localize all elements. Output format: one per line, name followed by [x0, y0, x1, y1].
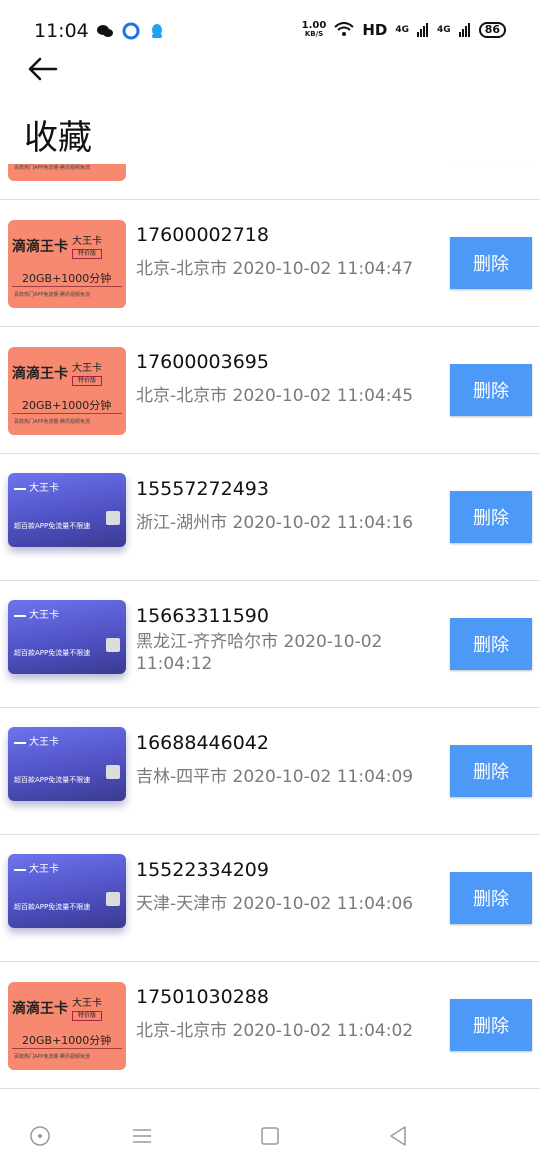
- status-indicators: 1.00 KB/S HD 4G 4G 86: [302, 21, 506, 39]
- card-divider: [12, 413, 122, 414]
- delete-button[interactable]: 删除: [450, 745, 532, 797]
- favorite-item[interactable]: 大王卡 超百款APP免流量不限速 16688446042 吉林-四平市 2020…: [0, 708, 540, 835]
- card-slogan: 超百款APP免流量不限速: [14, 649, 91, 657]
- card-slogan: 超百款APP免流量不限速: [14, 522, 91, 530]
- card-slogan: 超百款APP免流量不限速: [14, 776, 91, 784]
- signal-icon: [417, 23, 429, 37]
- hd-indicator: HD: [362, 21, 388, 39]
- favorite-item[interactable]: 大王卡 超百款APP免流量不限速 15663311590 黑龙江-齐齐哈尔市 2…: [0, 581, 540, 708]
- favorite-item[interactable]: 滴滴王卡 大王卡特价版 20GB+1000分钟 百款热门APP免流量·腾讯视频免…: [0, 962, 540, 1089]
- card-plan: 20GB+1000分钟: [22, 272, 112, 285]
- card-name: 滴滴王卡: [12, 239, 68, 255]
- status-bar: 11:04 1.00 KB/S HD 4G 4G 86: [0, 0, 540, 60]
- card-logo: 大王卡: [14, 479, 59, 494]
- favorite-item[interactable]: 大王卡 超百款APP免流量不限速 15522334209 天津-天津市 2020…: [0, 835, 540, 962]
- location-time: 北京-北京市 2020-10-02 11:04:47: [136, 259, 414, 279]
- card-plan: 20GB+1000分钟: [22, 399, 112, 412]
- card-thumbnail: 滴滴王卡 大王卡特价版 20GB+1000分钟 百款热门APP免流量·腾讯视频免…: [8, 347, 126, 435]
- crown-icon: [14, 734, 26, 744]
- delete-button[interactable]: 删除: [450, 999, 532, 1051]
- phone-number: 15557272493: [136, 478, 269, 500]
- card-logo: 大王卡: [14, 860, 59, 875]
- favorite-item[interactable]: 滴滴王卡 大王卡特价版 20GB+1000分钟 百款热门APP免流量·腾讯视频免…: [0, 164, 540, 200]
- card-fine-print: 百款热门APP免流量·腾讯视频免流: [14, 292, 91, 298]
- card-thumbnail: 大王卡 超百款APP免流量不限速: [8, 600, 126, 674]
- card-fine-print: 百款热门APP免流量·腾讯视频免流: [14, 1054, 91, 1060]
- wifi-icon: [334, 22, 355, 36]
- location-time: 北京-北京市 2020-10-02 11:04:02: [136, 1021, 414, 1041]
- sim-chip-icon: [106, 765, 120, 779]
- page-title: 收藏: [24, 118, 92, 158]
- notification-icons: [96, 22, 166, 40]
- system-nav-bar: [0, 1104, 540, 1170]
- crown-icon: [14, 607, 26, 617]
- battery-indicator: 86: [478, 22, 506, 38]
- signal-4g-2: 4G: [437, 25, 451, 35]
- card-thumbnail: 大王卡 超百款APP免流量不限速: [8, 854, 126, 928]
- delete-button[interactable]: 删除: [450, 237, 532, 289]
- location-time: 吉林-四平市 2020-10-02 11:04:09: [136, 767, 414, 787]
- card-divider: [12, 1048, 122, 1049]
- card-name: 滴滴王卡: [12, 366, 68, 382]
- favorites-list[interactable]: 滴滴王卡 大王卡特价版 20GB+1000分钟 百款热门APP免流量·腾讯视频免…: [0, 164, 540, 1104]
- card-fine-print: 百款热门APP免流量·腾讯视频免流: [14, 419, 91, 425]
- phone-number: 17501030288: [136, 986, 269, 1008]
- assistant-icon[interactable]: [26, 1122, 54, 1150]
- phone-number: 15663311590: [136, 605, 269, 627]
- location-time: 北京-北京市 2020-10-02 11:04:45: [136, 386, 414, 406]
- status-time: 11:04: [34, 20, 89, 42]
- back-triangle-icon[interactable]: [384, 1122, 412, 1150]
- sim-chip-icon: [106, 892, 120, 906]
- card-thumbnail: 大王卡 超百款APP免流量不限速: [8, 727, 126, 801]
- phone-number: 16688446042: [136, 732, 269, 754]
- card-tag: 大王卡 特价版: [72, 998, 102, 1021]
- back-arrow-icon[interactable]: [26, 54, 60, 84]
- qq-icon: [152, 24, 162, 38]
- phone-number: 17600003695: [136, 351, 269, 373]
- wechat-icon: [97, 25, 113, 37]
- card-thumbnail: 滴滴王卡 大王卡特价版 20GB+1000分钟 百款热门APP免流量·腾讯视频免…: [8, 164, 126, 181]
- browser-icon: [122, 22, 140, 40]
- favorite-item[interactable]: 滴滴王卡 大王卡特价版 20GB+1000分钟 百款热门APP免流量·腾讯视频免…: [0, 327, 540, 454]
- card-fine-print: 百款热门APP免流量·腾讯视频免流: [14, 165, 91, 171]
- delete-button[interactable]: 删除: [450, 491, 532, 543]
- signal-icon-2: [458, 23, 470, 37]
- location-time: 浙江-湖州市 2020-10-02 11:04:16: [136, 513, 414, 533]
- card-divider: [12, 286, 122, 287]
- sim-chip-icon: [106, 511, 120, 525]
- delete-button[interactable]: 删除: [450, 364, 532, 416]
- phone-number: 15522334209: [136, 859, 269, 881]
- card-tag: 大王卡 特价版: [72, 363, 102, 386]
- delete-button[interactable]: 删除: [450, 872, 532, 924]
- card-plan: 20GB+1000分钟: [22, 1034, 112, 1047]
- network-speed: 1.00 KB/S: [301, 20, 327, 39]
- card-thumbnail: 大王卡 超百款APP免流量不限速: [8, 473, 126, 547]
- card-tag: 大王卡 特价版: [72, 236, 102, 259]
- crown-icon: [14, 480, 26, 490]
- location-time: 黑龙江-齐齐哈尔市 2020-10-02 11:04:12: [136, 632, 383, 674]
- favorite-item[interactable]: 大王卡 超百款APP免流量不限速 15557272493 浙江-湖州市 2020…: [0, 454, 540, 581]
- phone-number: 17600002718: [136, 224, 269, 246]
- signal-4g-1: 4G: [395, 25, 410, 35]
- location-time: 天津-天津市 2020-10-02 11:04:06: [136, 894, 414, 914]
- favorite-item[interactable]: 滴滴王卡 大王卡特价版 20GB+1000分钟 百款热门APP免流量·腾讯视频免…: [0, 200, 540, 327]
- delete-button[interactable]: 删除: [450, 618, 532, 670]
- menu-icon[interactable]: [128, 1122, 156, 1150]
- card-name: 滴滴王卡: [12, 1001, 68, 1017]
- card-thumbnail: 滴滴王卡 大王卡特价版 20GB+1000分钟 百款热门APP免流量·腾讯视频免…: [8, 982, 126, 1070]
- sim-chip-icon: [106, 638, 120, 652]
- card-slogan: 超百款APP免流量不限速: [14, 903, 91, 911]
- card-logo: 大王卡: [14, 733, 59, 748]
- card-thumbnail: 滴滴王卡 大王卡特价版 20GB+1000分钟 百款热门APP免流量·腾讯视频免…: [8, 220, 126, 308]
- crown-icon: [14, 861, 26, 871]
- home-square-icon[interactable]: [256, 1122, 284, 1150]
- card-logo: 大王卡: [14, 606, 59, 621]
